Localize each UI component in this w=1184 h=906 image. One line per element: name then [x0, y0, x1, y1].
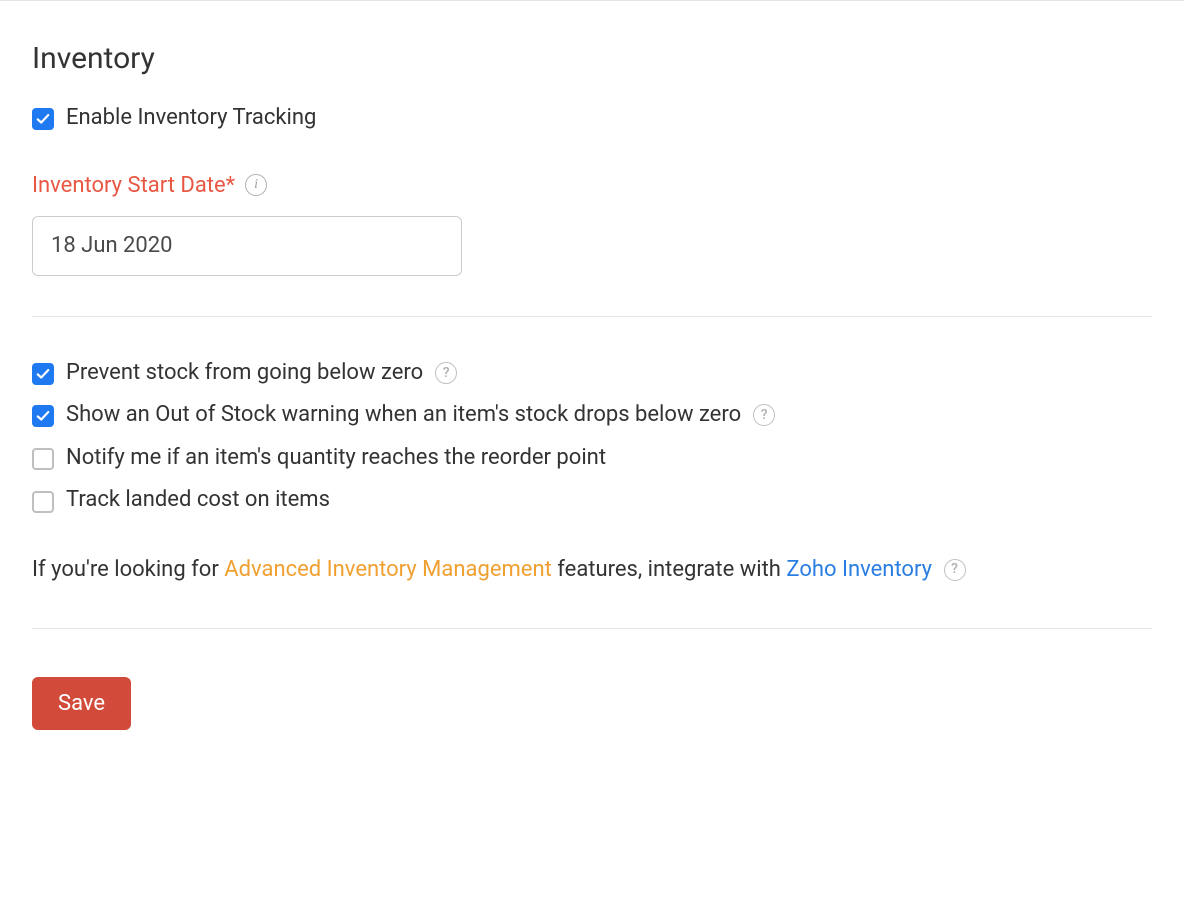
out-of-stock-warning-row: Show an Out of Stock warning when an ite… [32, 401, 1152, 430]
help-icon[interactable]: ? [944, 559, 966, 581]
out-of-stock-warning-label: Show an Out of Stock warning when an ite… [66, 401, 741, 430]
prevent-below-zero-label: Prevent stock from going below zero [66, 359, 423, 388]
notify-reorder-row: Notify me if an item's quantity reaches … [32, 444, 1152, 473]
section-heading: Inventory [32, 41, 1152, 76]
start-date-label: Inventory Start Date* [32, 173, 235, 198]
out-of-stock-warning-checkbox[interactable] [32, 405, 54, 427]
enable-inventory-tracking-row: Enable Inventory Tracking [32, 104, 1152, 133]
enable-tracking-checkbox[interactable] [32, 108, 54, 130]
prevent-below-zero-row: Prevent stock from going below zero ? [32, 359, 1152, 388]
advanced-inventory-text: If you're looking for Advanced Inventory… [32, 551, 1152, 588]
track-landed-cost-row: Track landed cost on items [32, 486, 1152, 515]
start-date-label-row: Inventory Start Date* i [32, 173, 1152, 198]
notify-reorder-label: Notify me if an item's quantity reaches … [66, 444, 606, 473]
help-icon[interactable]: ? [753, 404, 775, 426]
check-icon [36, 112, 50, 126]
zoho-inventory-link[interactable]: Zoho Inventory [786, 557, 932, 582]
check-icon [36, 367, 50, 381]
bottom-divider [32, 628, 1152, 629]
advanced-middle: features, integrate with [557, 557, 786, 582]
track-landed-cost-label: Track landed cost on items [66, 486, 330, 515]
notify-reorder-checkbox[interactable] [32, 448, 54, 470]
info-icon[interactable]: i [245, 174, 267, 196]
enable-tracking-label: Enable Inventory Tracking [66, 104, 316, 133]
section-divider [32, 316, 1152, 317]
track-landed-cost-checkbox[interactable] [32, 491, 54, 513]
save-button[interactable]: Save [32, 677, 131, 730]
check-icon [36, 409, 50, 423]
advanced-prefix: If you're looking for [32, 557, 224, 582]
help-icon[interactable]: ? [435, 362, 457, 384]
prevent-below-zero-checkbox[interactable] [32, 363, 54, 385]
start-date-input[interactable] [32, 216, 462, 276]
advanced-highlight: Advanced Inventory Management [224, 557, 552, 582]
